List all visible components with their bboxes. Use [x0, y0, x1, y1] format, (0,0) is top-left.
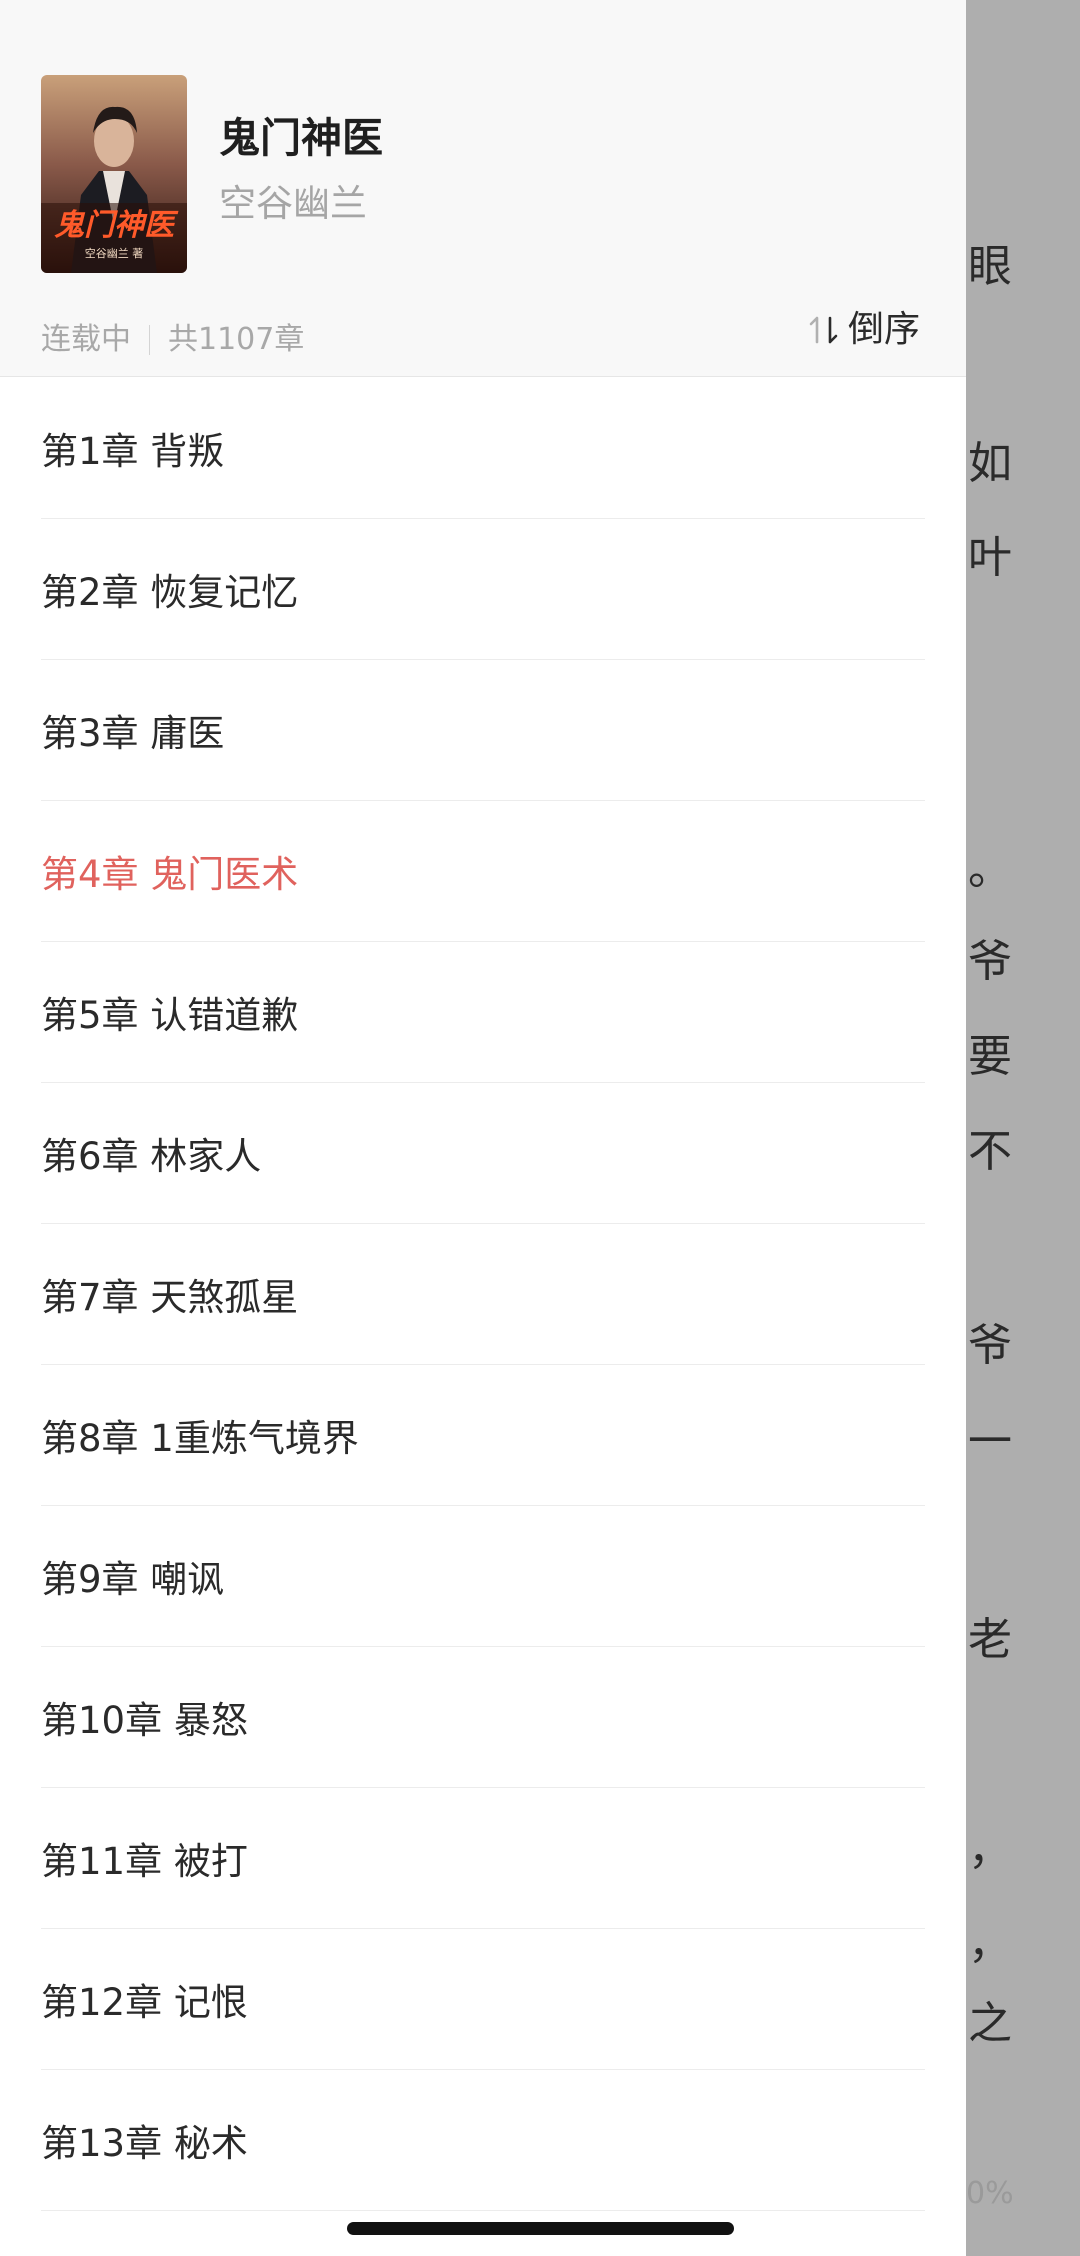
reader-text-char: ， — [968, 1824, 1012, 1875]
sort-order-button[interactable]: 倒序 — [806, 306, 920, 354]
reader-text-char: 爷 — [968, 1320, 1012, 1371]
book-title: 鬼门神医 — [219, 114, 383, 162]
chapter-item[interactable]: 第10章 暴怒 — [41, 1647, 925, 1788]
sort-label: 倒序 — [847, 309, 920, 350]
book-cover[interactable]: 鬼门神医 空谷幽兰 著 — [41, 75, 187, 273]
chapter-item[interactable]: 第1章 背叛 — [41, 378, 925, 519]
book-info-header: 鬼门神医 空谷幽兰 著 鬼门神医 空谷幽兰 连载中 共1107章 倒序 — [0, 0, 966, 377]
book-meta: 连载中 共1107章 — [41, 318, 304, 362]
home-indicator[interactable] — [347, 2222, 734, 2235]
chapter-item-current[interactable]: 第4章 鬼门医术 — [41, 801, 925, 942]
chapter-item[interactable]: 第5章 认错道歉 — [41, 942, 925, 1083]
chapter-item[interactable]: 第12章 记恨 — [41, 1929, 925, 2070]
reader-text-char: 不 — [968, 1126, 1012, 1177]
meta-divider — [149, 325, 150, 355]
chapter-list: 第1章 背叛 第2章 恢复记忆 第3章 庸医 第4章 鬼门医术 第5章 认错道歉… — [0, 378, 966, 2211]
chapter-item[interactable]: 第2章 恢复记忆 — [41, 519, 925, 660]
chapter-count: 共1107章 — [168, 322, 305, 357]
reader-text-char: 老 — [968, 1614, 1012, 1665]
chapter-item[interactable]: 第11章 被打 — [41, 1788, 925, 1929]
reader-text-char: 。 — [968, 844, 1012, 895]
serial-status: 连载中 — [41, 322, 131, 357]
chapter-item[interactable]: 第13章 秘术 — [41, 2070, 925, 2211]
chapter-item[interactable]: 第9章 嘲讽 — [41, 1506, 925, 1647]
chapter-item[interactable]: 第6章 林家人 — [41, 1083, 925, 1224]
reader-text-char: 如 — [968, 438, 1012, 489]
book-author[interactable]: 空谷幽兰 — [219, 180, 367, 228]
sort-arrows-icon — [809, 316, 838, 344]
chapter-item[interactable]: 第7章 天煞孤星 — [41, 1224, 925, 1365]
cover-title-text: 鬼门神医 — [54, 208, 179, 243]
book-cover-art: 鬼门神医 空谷幽兰 著 — [41, 75, 187, 273]
reader-text-char: 爷 — [968, 936, 1012, 987]
reader-text-char: 眼 — [968, 241, 1012, 292]
reader-text-char: 一 — [968, 1416, 1012, 1467]
reader-text-char: 要 — [968, 1031, 1012, 1082]
reader-text-char: 之 — [968, 1998, 1012, 2049]
cover-author-text: 空谷幽兰 著 — [85, 246, 144, 260]
chapter-catalog-drawer: 鬼门神医 空谷幽兰 著 鬼门神医 空谷幽兰 连载中 共1107章 倒序 第1章 … — [0, 0, 966, 2256]
reader-text-char: 叶 — [968, 532, 1012, 583]
chapter-item[interactable]: 第3章 庸医 — [41, 660, 925, 801]
reading-progress: 0% — [966, 2176, 1014, 2211]
chapter-item[interactable]: 第8章 1重炼气境界 — [41, 1365, 925, 1506]
reader-text-char: ， — [968, 1918, 1012, 1969]
